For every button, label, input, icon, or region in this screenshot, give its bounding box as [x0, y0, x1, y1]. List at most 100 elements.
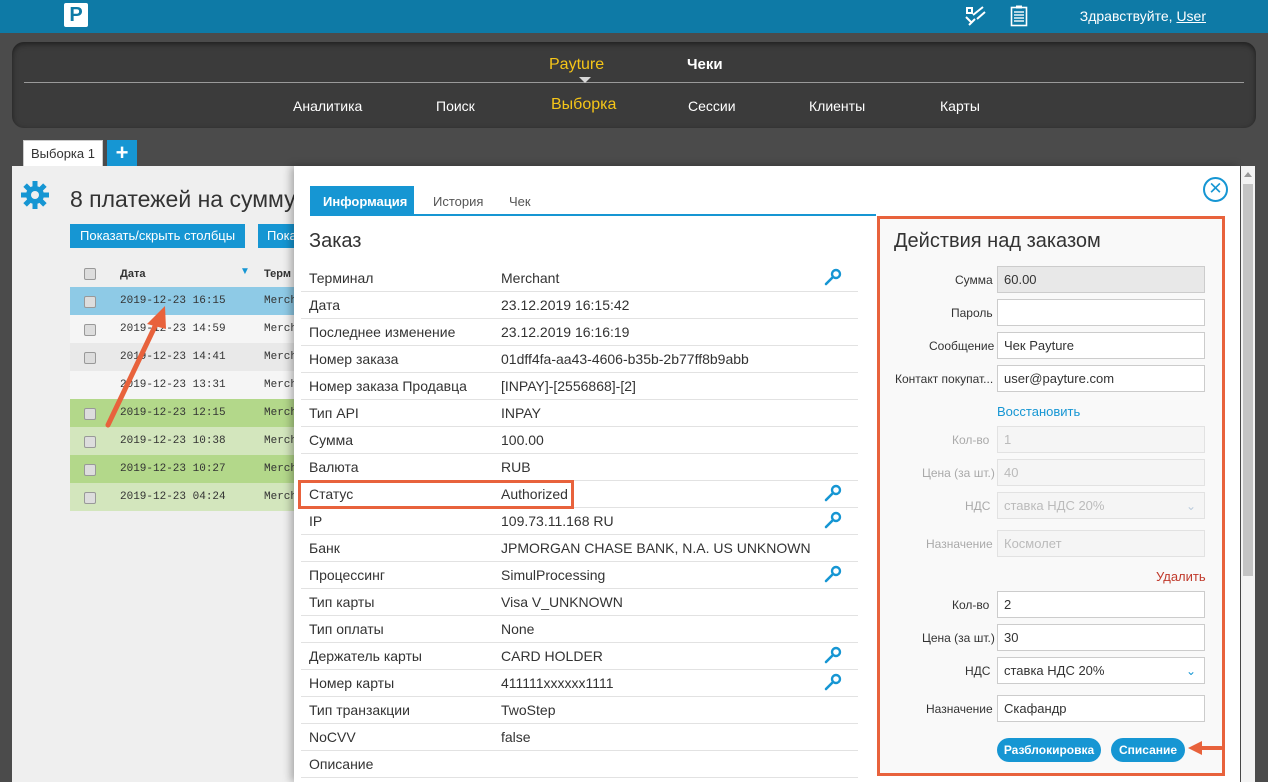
row-checkbox[interactable] — [84, 324, 96, 336]
info-label: Номер заказа Продавца — [309, 378, 467, 394]
info-row: Описание — [301, 751, 858, 778]
document-list-icon[interactable] — [1010, 5, 1028, 30]
tab-selection-1[interactable]: Выборка 1 — [23, 140, 103, 166]
row-terminal: Merch — [264, 323, 298, 335]
tabs-underline — [310, 214, 876, 216]
info-row: NoCVV false — [301, 724, 858, 751]
row-date: 2019-12-23 10:27 — [120, 463, 226, 475]
gear-icon[interactable] — [20, 180, 50, 213]
nav-item-clients[interactable]: Клиенты — [809, 98, 865, 114]
qty-label: Кол-во — [952, 598, 990, 612]
column-terminal[interactable]: Терм — [264, 268, 291, 280]
nav-panel: Payture Чеки Аналитика Поиск Выборка Сес… — [12, 42, 1256, 128]
chevron-down-icon: ⌄ — [1185, 499, 1196, 513]
delete-link[interactable]: Удалить — [1156, 569, 1206, 584]
sort-desc-icon[interactable]: ▼ — [240, 266, 250, 277]
row-checkbox[interactable] — [84, 352, 96, 364]
row-checkbox[interactable] — [84, 296, 96, 308]
restore-link[interactable]: Восстановить — [997, 404, 1080, 419]
info-row: Номер карты 411111xxxxxx1111 — [301, 670, 858, 697]
qty-field[interactable]: 2 — [997, 591, 1205, 618]
info-row: Номер заказа 01dff4fa-aa43-4606-b35b-2b77… — [301, 346, 858, 373]
info-label: Валюта — [309, 459, 359, 475]
info-label: Тип транзакции — [309, 702, 410, 718]
table-row[interactable]: 2019-12-23 10:27 Merch — [70, 455, 297, 483]
secondary-list-button[interactable]: Пока — [258, 224, 294, 248]
info-row: Тип карты Visa V_UNKNOWN — [301, 589, 858, 616]
nav-item-sessions[interactable]: Сессии — [688, 98, 736, 114]
info-row: Тип API INPAY — [301, 400, 858, 427]
row-checkbox[interactable] — [84, 408, 96, 420]
nav-item-payture[interactable]: Payture — [549, 56, 604, 74]
table-row[interactable]: 2019-12-23 14:59 Merch — [70, 315, 298, 343]
table-row[interactable]: 2019-12-23 14:41 Merch — [70, 343, 297, 371]
row-date: 2019-12-23 04:24 — [120, 491, 226, 503]
message-field[interactable]: Чек Payture — [997, 332, 1205, 359]
price-label: Цена (за шт.) — [922, 631, 995, 645]
row-terminal: Merch — [264, 295, 298, 307]
unblock-button[interactable]: Разблокировка — [997, 738, 1101, 762]
charge-button[interactable]: Списание — [1111, 738, 1185, 762]
info-row: Дата 23.12.2019 16:15:42 — [301, 292, 858, 319]
medical-kit-icon[interactable] — [963, 5, 987, 30]
info-value: INPAY — [501, 405, 541, 421]
scroll-up-icon[interactable] — [1244, 172, 1252, 177]
close-icon[interactable]: ✕ — [1203, 177, 1228, 202]
tab-history[interactable]: История — [420, 186, 496, 215]
info-row: Банк JPMORGAN CHASE BANK, N.A. US UNKNOWN — [301, 535, 858, 562]
table-row[interactable]: 2019-12-23 13:31 Merch — [70, 371, 298, 399]
nav-item-selection[interactable]: Выборка — [551, 96, 616, 114]
scroll-thumb[interactable] — [1243, 184, 1253, 576]
table-row[interactable]: 2019-12-23 12:15 Merch — [70, 399, 297, 427]
table-row[interactable]: 2019-12-23 16:15 Merch — [70, 287, 298, 315]
search-icon[interactable] — [824, 673, 842, 694]
info-value: Merchant — [501, 270, 560, 286]
amount-label: Сумма — [955, 273, 993, 287]
select-all-checkbox[interactable] — [84, 268, 96, 280]
search-icon[interactable] — [824, 268, 842, 289]
table-row[interactable]: 2019-12-23 10:38 Merch — [70, 427, 298, 455]
column-date[interactable]: Дата — [120, 268, 145, 280]
password-label: Пароль — [951, 306, 993, 320]
info-row: Терминал Merchant — [301, 265, 858, 292]
nav-item-analytics[interactable]: Аналитика — [293, 98, 362, 114]
modal-scrollbar[interactable] — [1241, 166, 1255, 782]
greeting: Здравствуйте, User — [1080, 8, 1206, 24]
search-icon[interactable] — [824, 565, 842, 586]
nav-item-search[interactable]: Поиск — [436, 98, 475, 114]
search-icon[interactable] — [824, 646, 842, 667]
nav-item-cheki[interactable]: Чеки — [687, 56, 723, 73]
info-label: Тип карты — [309, 594, 375, 610]
row-terminal: Merch — [264, 435, 298, 447]
list-title: 8 платежей на сумму 5 — [70, 186, 315, 212]
amount-field[interactable]: 60.00 — [997, 266, 1205, 293]
info-label: Тип оплаты — [309, 621, 384, 637]
nav-item-cards[interactable]: Карты — [940, 98, 980, 114]
chevron-down-icon[interactable]: ⌄ — [1186, 664, 1196, 678]
password-field[interactable] — [997, 299, 1205, 326]
row-date: 2019-12-23 13:31 — [120, 379, 226, 391]
tab-info[interactable]: Информация — [310, 186, 414, 215]
vat-value-disabled: ставка НДС 20% — [1004, 498, 1105, 513]
logo-icon[interactable]: P — [64, 3, 88, 27]
row-checkbox[interactable] — [84, 464, 96, 476]
search-icon[interactable] — [824, 511, 842, 532]
contact-field[interactable]: user@payture.com — [997, 365, 1205, 392]
user-link[interactable]: User — [1176, 8, 1206, 24]
add-tab-button[interactable]: + — [107, 140, 137, 166]
price-field[interactable]: 30 — [997, 624, 1205, 651]
row-date: 2019-12-23 14:59 — [120, 323, 226, 335]
table-row[interactable]: 2019-12-23 04:24 Merch — [70, 483, 297, 511]
info-label: Описание — [309, 756, 374, 772]
row-checkbox[interactable] — [84, 436, 96, 448]
info-value: TwoStep — [501, 702, 556, 718]
search-icon[interactable] — [824, 484, 842, 505]
row-date: 2019-12-23 14:41 — [120, 351, 226, 363]
row-terminal: Merch — [264, 379, 298, 391]
toggle-columns-button[interactable]: Показать/скрыть столбцы — [70, 224, 246, 248]
vat-select[interactable]: ставка НДС 20% ⌄ — [997, 657, 1205, 684]
row-checkbox[interactable] — [84, 492, 96, 504]
row-date: 2019-12-23 12:15 — [120, 407, 226, 419]
tab-receipt[interactable]: Чек — [496, 186, 544, 215]
purpose-field[interactable]: Скафандр — [997, 695, 1205, 722]
